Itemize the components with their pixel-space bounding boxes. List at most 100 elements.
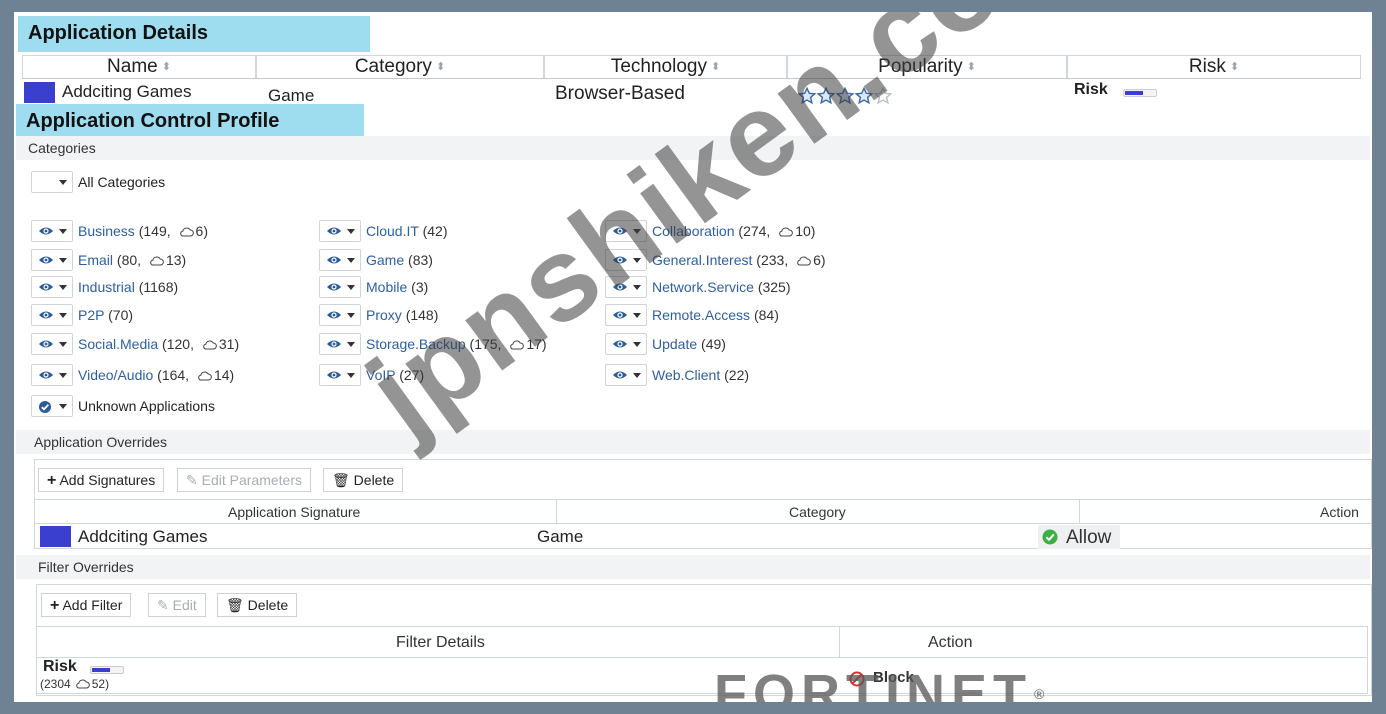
category-link-general-interest[interactable]: General.Interest (233, 6) xyxy=(652,249,826,271)
add-signatures-button[interactable]: + Add Signatures xyxy=(38,468,165,492)
category-action-dropdown[interactable] xyxy=(31,249,73,271)
col-application-signature[interactable]: Application Signature xyxy=(228,504,360,520)
category-action-dropdown[interactable] xyxy=(605,304,647,326)
category-name: Social.Media xyxy=(78,336,159,352)
category-action-dropdown[interactable] xyxy=(605,276,647,298)
col-override-category[interactable]: Category xyxy=(789,504,846,520)
category-link-social-media[interactable]: Social.Media (120, 31) xyxy=(78,333,239,355)
category-link-email[interactable]: Email (80, 13) xyxy=(78,249,186,271)
category-link-storage-backup[interactable]: Storage.Backup (175, 17) xyxy=(366,333,547,355)
col-category[interactable]: Category ⬍ xyxy=(256,55,544,79)
category-name: Update xyxy=(652,336,698,352)
category-link-business[interactable]: Business (149, 6) xyxy=(78,220,208,242)
col-technology[interactable]: Technology ⬍ xyxy=(544,55,787,79)
category-count: (80, 13) xyxy=(116,252,187,268)
app-overrides-section: Application Overrides xyxy=(16,430,1370,454)
add-filter-button[interactable]: + Add Filter xyxy=(41,593,132,617)
eye-icon xyxy=(613,283,627,291)
category-action-dropdown[interactable] xyxy=(31,304,73,326)
col-filter-details[interactable]: Filter Details xyxy=(396,634,485,652)
trash-icon: 🗑 xyxy=(332,472,350,488)
category-count: (274, 10) xyxy=(738,223,816,239)
divider xyxy=(36,657,1368,658)
category-link-cloud-it[interactable]: Cloud.IT (42) xyxy=(366,220,447,242)
cloud-icon xyxy=(203,340,217,350)
col-popularity[interactable]: Popularity ⬍ xyxy=(787,55,1067,79)
category-link-web-client[interactable]: Web.Client (22) xyxy=(652,364,749,386)
category-name: Industrial xyxy=(78,279,135,295)
category-link-industrial[interactable]: Industrial (1168) xyxy=(78,276,178,298)
category-action-dropdown[interactable] xyxy=(605,220,647,242)
category-action-dropdown[interactable] xyxy=(31,364,73,386)
edit-filter-button[interactable]: ✎ Edit xyxy=(148,593,206,617)
category-link-p2p[interactable]: P2P (70) xyxy=(78,304,133,326)
app-name: Addciting Games xyxy=(62,82,192,101)
edit-parameters-button[interactable]: ✎ Edit Parameters xyxy=(177,468,311,492)
category-action-dropdown[interactable] xyxy=(319,364,361,386)
category-action-dropdown[interactable] xyxy=(319,220,361,242)
category-action-dropdown[interactable] xyxy=(319,333,361,355)
eye-icon xyxy=(39,256,53,264)
chevron-down-icon xyxy=(633,258,641,263)
category-action-dropdown[interactable] xyxy=(605,249,647,271)
pencil-icon: ✎ xyxy=(157,597,169,613)
category-action-dropdown[interactable] xyxy=(319,249,361,271)
delete-signature-button[interactable]: 🗑 Delete xyxy=(323,468,404,492)
chevron-down-icon xyxy=(59,285,67,290)
delete-filter-button[interactable]: 🗑 Delete xyxy=(217,593,298,617)
divider xyxy=(1079,499,1080,523)
col-name[interactable]: Name ⬍ xyxy=(22,55,256,79)
category-count: (22) xyxy=(724,367,750,383)
check-circle-icon xyxy=(39,401,51,413)
app-technology: Browser-Based xyxy=(555,83,685,104)
category-name: Cloud.IT xyxy=(366,223,419,239)
filter-risk-bar xyxy=(90,666,124,674)
category-action-dropdown[interactable] xyxy=(605,333,647,355)
eye-icon xyxy=(613,340,627,348)
category-count: (149, 6) xyxy=(138,223,208,239)
category-action-dropdown[interactable] xyxy=(31,220,73,242)
category-name: Game xyxy=(366,252,405,268)
all-categories-dropdown[interactable] xyxy=(31,171,73,193)
eye-icon xyxy=(327,256,341,264)
col-risk[interactable]: Risk ⬍ xyxy=(1067,55,1361,79)
category-name: Network.Service xyxy=(652,279,754,295)
col-override-action[interactable]: Action xyxy=(1320,504,1359,520)
cloud-icon xyxy=(179,227,194,237)
override-app-category: Game xyxy=(537,527,584,546)
category-name: Business xyxy=(78,223,135,239)
chevron-down-icon xyxy=(59,404,67,409)
category-link-game[interactable]: Game (83) xyxy=(366,249,433,271)
category-action-dropdown[interactable] xyxy=(319,304,361,326)
unknown-apps-label: Unknown Applications xyxy=(78,398,215,414)
chevron-down-icon xyxy=(347,285,355,290)
chevron-down-icon xyxy=(347,313,355,318)
category-link-video-audio[interactable]: Video/Audio (164, 14) xyxy=(78,364,234,386)
pencil-icon: ✎ xyxy=(186,472,198,488)
allow-action[interactable]: Allow xyxy=(1038,525,1120,549)
col-filter-action[interactable]: Action xyxy=(928,634,972,652)
category-name: Mobile xyxy=(366,279,408,295)
eye-icon xyxy=(327,340,341,348)
fortinet-logo: FORTINET ® xyxy=(714,664,1045,702)
category-link-network-service[interactable]: Network.Service (325) xyxy=(652,276,791,298)
eye-icon xyxy=(39,311,53,319)
category-action-dropdown[interactable] xyxy=(31,333,73,355)
plus-icon: + xyxy=(50,597,60,614)
category-count: (325) xyxy=(757,279,791,295)
category-name: Storage.Backup xyxy=(366,336,466,352)
category-link-mobile[interactable]: Mobile (3) xyxy=(366,276,428,298)
cloud-icon xyxy=(510,340,525,350)
filter-overrides-section: Filter Overrides xyxy=(16,555,1370,579)
override-app-name: Addciting Games xyxy=(78,527,208,546)
unknown-apps-action[interactable] xyxy=(31,395,73,417)
category-link-collaboration[interactable]: Collaboration (274, 10) xyxy=(652,220,815,242)
category-count: (84) xyxy=(753,307,779,323)
category-link-update[interactable]: Update (49) xyxy=(652,333,726,355)
category-link-remote-access[interactable]: Remote.Access (84) xyxy=(652,304,779,326)
category-action-dropdown[interactable] xyxy=(31,276,73,298)
category-link-voip[interactable]: VoIP (27) xyxy=(366,364,424,386)
category-link-proxy[interactable]: Proxy (148) xyxy=(366,304,438,326)
category-action-dropdown[interactable] xyxy=(605,364,647,386)
category-action-dropdown[interactable] xyxy=(319,276,361,298)
